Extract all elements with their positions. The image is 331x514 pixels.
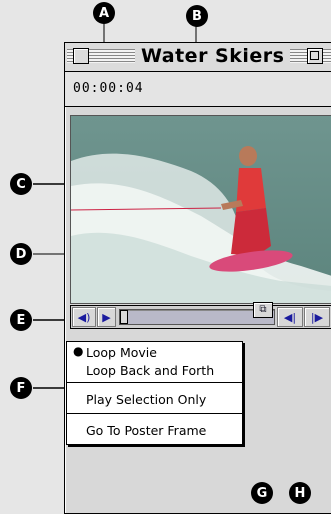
callout-e: E (10, 309, 32, 331)
time-bar: 00:00:04 (65, 72, 331, 107)
speaker-button[interactable]: ◀) (72, 307, 96, 327)
step-back-icon: ◀| (283, 310, 297, 324)
callout-b: B (186, 5, 208, 27)
step-forward-button[interactable]: |▶ (304, 307, 330, 327)
water-skier-image (71, 116, 331, 303)
play-icon: ▶ (102, 310, 111, 324)
menu-item-label: Loop Movie (86, 345, 157, 360)
checkmark-bullet-icon: ● (73, 344, 84, 358)
callout-d: D (10, 243, 32, 265)
callout-f: F (10, 377, 32, 399)
menu-item-loop-back-and-forth[interactable]: Loop Back and Forth (67, 362, 242, 380)
slider-thumb[interactable] (120, 310, 128, 324)
timecode-display: 00:00:04 (73, 81, 144, 96)
movie-controller: ◀) ▶ ◀| |▶ (70, 305, 331, 329)
callout-h: H (289, 482, 311, 504)
callout-a: A (93, 2, 115, 24)
step-back-button[interactable]: ◀| (277, 307, 303, 327)
title-bar[interactable]: Water Skiers (65, 43, 331, 72)
callout-g: G (251, 482, 273, 504)
menu-item-loop-movie[interactable]: ● Loop Movie (67, 344, 242, 362)
callout-c: C (10, 173, 32, 195)
step-forward-icon: |▶ (310, 310, 324, 324)
menu-item-go-to-poster-frame[interactable]: Go To Poster Frame (67, 414, 242, 444)
menu-item-play-selection-only[interactable]: Play Selection Only (67, 383, 242, 413)
movie-frame[interactable] (70, 115, 331, 304)
time-slider[interactable] (119, 309, 275, 325)
speaker-icon: ◀) (77, 310, 91, 324)
zoom-box[interactable] (307, 48, 323, 64)
resize-box[interactable]: ⧉ (253, 302, 273, 318)
menu-item-label: Go To Poster Frame (86, 423, 207, 438)
menu-item-label: Play Selection Only (86, 392, 207, 407)
play-button[interactable]: ▶ (97, 307, 116, 327)
menu-item-label: Loop Back and Forth (86, 363, 215, 378)
window-title: Water Skiers (135, 45, 291, 67)
loop-popup-menu: ● Loop Movie Loop Back and Forth Play Se… (66, 341, 243, 445)
close-box[interactable] (73, 48, 89, 64)
